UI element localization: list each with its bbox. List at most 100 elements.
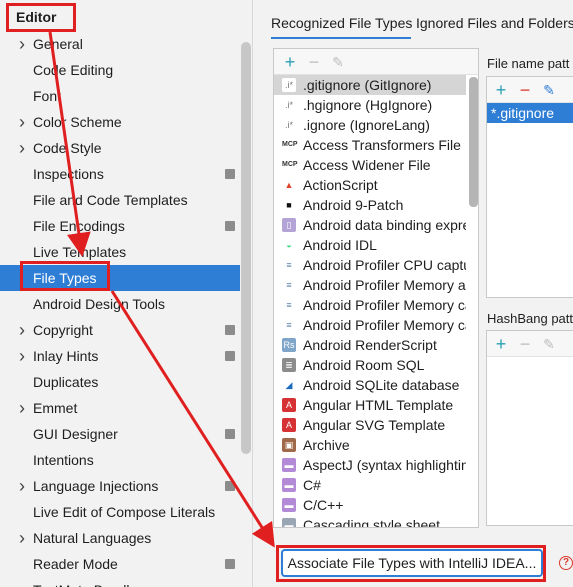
- sidebar-item-intentions[interactable]: Intentions: [0, 447, 240, 473]
- tree-scrollbar[interactable]: [241, 42, 251, 454]
- file-type-name: Android data binding expres: [303, 217, 466, 233]
- sidebar-item-duplicates[interactable]: Duplicates: [0, 369, 240, 395]
- sidebar-item-copyright[interactable]: › Copyright: [0, 317, 240, 343]
- sidebar-item-label: Intentions: [33, 452, 94, 468]
- sidebar-item-inspections[interactable]: Inspections: [0, 161, 240, 187]
- sidebar-item-label: Code Style: [33, 140, 102, 156]
- add-pattern-icon[interactable]: +: [491, 80, 511, 100]
- file-type-row[interactable]: ▬ AspectJ (syntax highlighting: [274, 455, 466, 475]
- chevron-right-icon[interactable]: ›: [16, 473, 28, 499]
- file-name-patterns-list: + − ✎ *.gitignore: [486, 76, 573, 298]
- annotation-box-file-types: [20, 261, 110, 291]
- file-type-name: Android SQLite database: [303, 377, 460, 393]
- sidebar-item-live-edit-of-compose-literals[interactable]: Live Edit of Compose Literals: [0, 499, 240, 525]
- remove-hashbang-icon[interactable]: −: [515, 334, 535, 354]
- file-type-row[interactable]: ▣ Archive: [274, 435, 466, 455]
- add-file-type-icon[interactable]: +: [280, 52, 300, 72]
- file-type-name: Cascading style sheet: [303, 517, 440, 528]
- file-type-row[interactable]: MCP Access Transformers File: [274, 135, 466, 155]
- chevron-right-icon[interactable]: ›: [16, 525, 28, 551]
- file-type-row[interactable]: .i* .ignore (IgnoreLang): [274, 115, 466, 135]
- sidebar-item-file-and-code-templates[interactable]: File and Code Templates: [0, 187, 240, 213]
- archive-icon: ▣: [282, 438, 296, 452]
- sidebar-item-language-injections[interactable]: › Language Injections: [0, 473, 240, 499]
- file-type-row[interactable]: ▬ C/C++: [274, 495, 466, 515]
- file-type-row[interactable]: .i* .gitignore (GitIgnore): [274, 75, 466, 95]
- file-type-row[interactable]: Rs Android RenderScript: [274, 335, 466, 355]
- chevron-right-icon[interactable]: ›: [16, 317, 28, 343]
- gitignore-icon: .i*: [282, 78, 296, 92]
- android-file-icon: ▯: [282, 218, 296, 232]
- edit-pattern-icon[interactable]: ✎: [539, 80, 559, 100]
- file-type-name: Android Profiler Memory allo: [303, 277, 466, 293]
- sidebar-item-natural-languages[interactable]: › Natural Languages: [0, 525, 240, 551]
- chevron-right-icon[interactable]: ›: [16, 109, 28, 135]
- file-type-row[interactable]: ≡ Android Profiler CPU captur: [274, 255, 466, 275]
- project-scope-icon: [225, 351, 235, 361]
- file-types-toolbar: + − ✎: [274, 49, 478, 75]
- sidebar-item-inlay-hints[interactable]: › Inlay Hints: [0, 343, 240, 369]
- angular-icon: A: [282, 398, 296, 412]
- chevron-right-icon[interactable]: ›: [16, 343, 28, 369]
- file-type-name: Android Profiler Memory ca: [303, 317, 466, 333]
- sidebar-item-label: Android Design Tools: [33, 296, 166, 312]
- file-type-name: Android Profiler Memory ca: [303, 297, 466, 313]
- pattern-item[interactable]: *.gitignore: [487, 103, 573, 123]
- sidebar-item-code-style[interactable]: › Code Style: [0, 135, 240, 161]
- file-type-row[interactable]: ≡ Android Profiler Memory ca: [274, 315, 466, 335]
- sidebar-item-file-encodings[interactable]: File Encodings: [0, 213, 240, 239]
- file-type-row[interactable]: ◒ Android IDL: [274, 235, 466, 255]
- file-type-row[interactable]: ≡ Android Profiler Memory allo: [274, 275, 466, 295]
- file-type-row[interactable]: .i* .hgignore (HgIgnore): [274, 95, 466, 115]
- sidebar-item-code-editing[interactable]: Code Editing: [0, 57, 240, 83]
- sidebar-item-textmate-bundles[interactable]: TextMate Bundles: [0, 577, 240, 587]
- file-type-row[interactable]: ▲ ActionScript: [274, 175, 466, 195]
- file-type-name: ActionScript: [303, 177, 378, 193]
- file-type-row[interactable]: ▬ Cascading style sheet: [274, 515, 466, 528]
- help-icon[interactable]: ?: [559, 556, 573, 570]
- hashbang-patterns-list: + − ✎: [486, 330, 573, 526]
- file-type-name: Android Room SQL: [303, 357, 425, 373]
- file-type-row[interactable]: ◢ Android SQLite database: [274, 375, 466, 395]
- sidebar-item-label: Inspections: [33, 166, 104, 182]
- sidebar-item-android-design-tools[interactable]: Android Design Tools: [0, 291, 240, 317]
- patterns-toolbar: + − ✎: [487, 77, 573, 103]
- chevron-right-icon[interactable]: ›: [16, 395, 28, 421]
- ignore-icon: .i*: [282, 118, 296, 132]
- sidebar-item-reader-mode[interactable]: Reader Mode: [0, 551, 240, 577]
- file-type-row[interactable]: MCP Access Widener File: [274, 155, 466, 175]
- file-type-name: Angular SVG Template: [303, 417, 446, 433]
- sidebar-item-label: Live Edit of Compose Literals: [33, 504, 216, 520]
- chevron-right-icon[interactable]: ›: [16, 31, 28, 57]
- sidebar-item-label: Color Scheme: [33, 114, 122, 130]
- sidebar-item-label: Language Injections: [33, 478, 159, 494]
- file-type-row[interactable]: ≣ Android Room SQL: [274, 355, 466, 375]
- tab-recognized-file-types[interactable]: Recognized File Types: [271, 8, 412, 38]
- chevron-right-icon[interactable]: ›: [16, 135, 28, 161]
- project-scope-icon: [225, 481, 235, 491]
- remove-pattern-icon[interactable]: −: [515, 80, 535, 100]
- annotation-box-associate: [276, 545, 546, 582]
- file-type-row[interactable]: ▬ C#: [274, 475, 466, 495]
- sidebar-item-general[interactable]: › General: [0, 31, 240, 57]
- sidebar-item-color-scheme[interactable]: › Color Scheme: [0, 109, 240, 135]
- file-type-name: .hgignore (HgIgnore): [303, 97, 433, 113]
- sidebar-item-font[interactable]: Font: [0, 83, 240, 109]
- tab-ignored-files[interactable]: Ignored Files and Folders: [416, 8, 573, 38]
- file-type-row[interactable]: ■ Android 9-Patch: [274, 195, 466, 215]
- project-scope-icon: [225, 325, 235, 335]
- file-type-row[interactable]: A Angular HTML Template: [274, 395, 466, 415]
- file-types-panel: Recognized File Types Ignored Files and …: [252, 0, 573, 587]
- sidebar-item-emmet[interactable]: › Emmet: [0, 395, 240, 421]
- file-type-row[interactable]: ▯ Android data binding expres: [274, 215, 466, 235]
- file-type-row[interactable]: A Angular SVG Template: [274, 415, 466, 435]
- file-types-scrollbar[interactable]: [469, 77, 478, 207]
- edit-file-type-icon[interactable]: ✎: [328, 52, 348, 72]
- file-type-name: Android IDL: [303, 237, 377, 253]
- sidebar-item-gui-designer[interactable]: GUI Designer: [0, 421, 240, 447]
- add-hashbang-icon[interactable]: +: [491, 334, 511, 354]
- hashbang-toolbar: + − ✎: [487, 331, 573, 357]
- file-type-row[interactable]: ≡ Android Profiler Memory ca: [274, 295, 466, 315]
- edit-hashbang-icon[interactable]: ✎: [539, 334, 559, 354]
- remove-file-type-icon[interactable]: −: [304, 52, 324, 72]
